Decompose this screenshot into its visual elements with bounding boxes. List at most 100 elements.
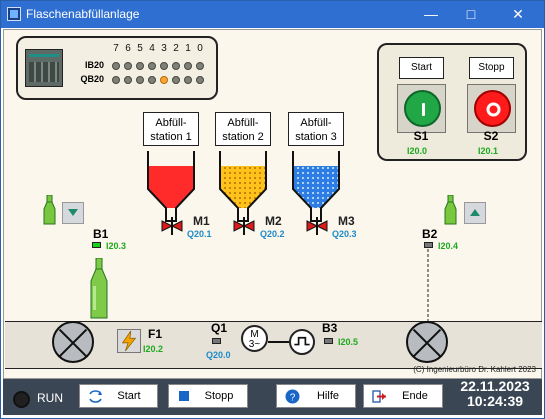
qb20-led [148,76,156,84]
power-off-icon [486,102,501,117]
output-register-label: QB20 [80,74,104,84]
valve-m2-address: Q20.2 [260,229,285,239]
valve-m1-icon [161,217,183,235]
s2-label: S2 [483,129,499,143]
valve-m2-label: M2 [265,214,282,228]
arrow-up-icon [470,209,480,216]
station-1-label: Abfüll-station 1 [143,112,199,146]
valve-m1-label: M1 [193,214,210,228]
exit-door-icon [372,390,386,403]
ib20-led [196,62,204,70]
sensor-b2-address: I20.4 [438,241,459,251]
bit-number: 7 [113,43,119,54]
sensor-b1-label: B1 [93,227,109,241]
run-status-led [13,391,30,408]
control-panel: Start Stopp S1 I20.0 S2 I20.1 [377,43,527,161]
valve-m3-label: M3 [338,214,355,228]
input-register-label: IB20 [84,60,104,70]
s2-address: I20.1 [478,146,499,156]
svg-text:?: ? [290,393,296,404]
time-label: 10:24:39 [466,393,524,409]
arrow-down-icon [68,209,78,216]
status-bar: RUN Start Stopp ? Hilfe Ende 22.11.2023 … [3,379,542,415]
f1-label: F1 [148,327,163,341]
help-button[interactable]: ? Hilfe [276,384,356,408]
minimize-button[interactable]: — [414,1,448,28]
stop-button-face [474,90,511,127]
sensor-b1-indicator [92,242,101,248]
s1-label: S1 [413,129,429,143]
application-window: Flaschenabfüllanlage — □ ✕ 7 6 5 4 3 2 1… [0,0,545,419]
right-roller [406,321,448,363]
bit-number: 3 [161,43,167,54]
valve-m2-icon [233,217,255,235]
sensor-b1-address: I20.3 [106,241,127,251]
bit-number: 5 [137,43,143,54]
motor-shaft [268,341,289,343]
run-status-label: RUN [37,391,63,405]
start-button[interactable]: Start [79,384,158,408]
bottle-down-button[interactable] [62,202,84,224]
pulse-encoder-icon [289,329,315,355]
motor-m3-symbol: M 3~ [241,325,268,352]
qb20-led [124,76,132,84]
ib20-led [160,62,168,70]
start-label: Start [399,57,444,79]
sensor-b2-beam [427,249,429,321]
bottle-icon [444,195,457,225]
help-icon: ? [285,389,300,404]
plc-device-icon [25,49,63,87]
ib20-led [124,62,132,70]
sensor-b2-label: B2 [422,227,438,241]
qb20-led [136,76,144,84]
stop-button[interactable]: Stopp [168,384,248,408]
sensor-b2-indicator [424,242,433,248]
valve-m1-address: Q20.1 [187,229,212,239]
s2-stop-pushbutton[interactable] [467,84,516,133]
f1-address: I20.2 [143,344,164,354]
bit-number: 2 [173,43,179,54]
bottle-icon [43,195,56,225]
window-title: Flaschenabfüllanlage [26,7,140,21]
bit-number: 4 [149,43,155,54]
qb20-led [196,76,204,84]
bit-number: 0 [197,43,203,54]
bit-number: 1 [185,43,191,54]
sensor-b3-label: B3 [322,321,338,335]
copyright-text: (C) Ingenieurbüro Dr. Kahlert 2023 [413,365,536,374]
bottle-up-button[interactable] [464,202,486,224]
close-button[interactable]: ✕ [501,1,535,28]
q1-indicator [212,338,221,344]
qb20-led [184,76,192,84]
bit-number: 6 [125,43,131,54]
qb20-led [172,76,180,84]
ib20-led [184,62,192,70]
s1-start-pushbutton[interactable] [397,84,446,133]
power-on-icon [422,103,425,116]
station-3-label: Abfüll-station 3 [288,112,344,146]
date-time-display: 22.11.2023 10:24:39 [451,379,539,409]
qb20-led [160,76,168,84]
ib20-led [148,62,156,70]
bottle-on-conveyor [90,258,108,319]
left-roller [52,321,94,363]
title-bar: Flaschenabfüllanlage — □ ✕ [1,1,544,28]
sensor-b3-address: I20.5 [338,337,359,347]
stop-label: Stopp [469,57,514,79]
s1-address: I20.0 [407,146,428,156]
ib20-led [112,62,120,70]
valve-m3-icon [306,217,328,235]
station-2-label: Abfüll-station 2 [215,112,271,146]
plc-status-panel: 7 6 5 4 3 2 1 0 IB20 QB20 [16,36,218,100]
sensor-b3-indicator [324,338,333,344]
exit-button[interactable]: Ende [363,384,443,408]
maximize-button[interactable]: □ [454,1,488,28]
q1-label: Q1 [211,321,228,335]
valve-m3-address: Q20.3 [332,229,357,239]
ib20-led [136,62,144,70]
ib20-led [172,62,180,70]
app-icon [7,7,21,21]
lightning-icon [121,330,137,352]
f1-fault-button[interactable] [117,329,141,353]
date-label: 22.11.2023 [460,378,530,394]
